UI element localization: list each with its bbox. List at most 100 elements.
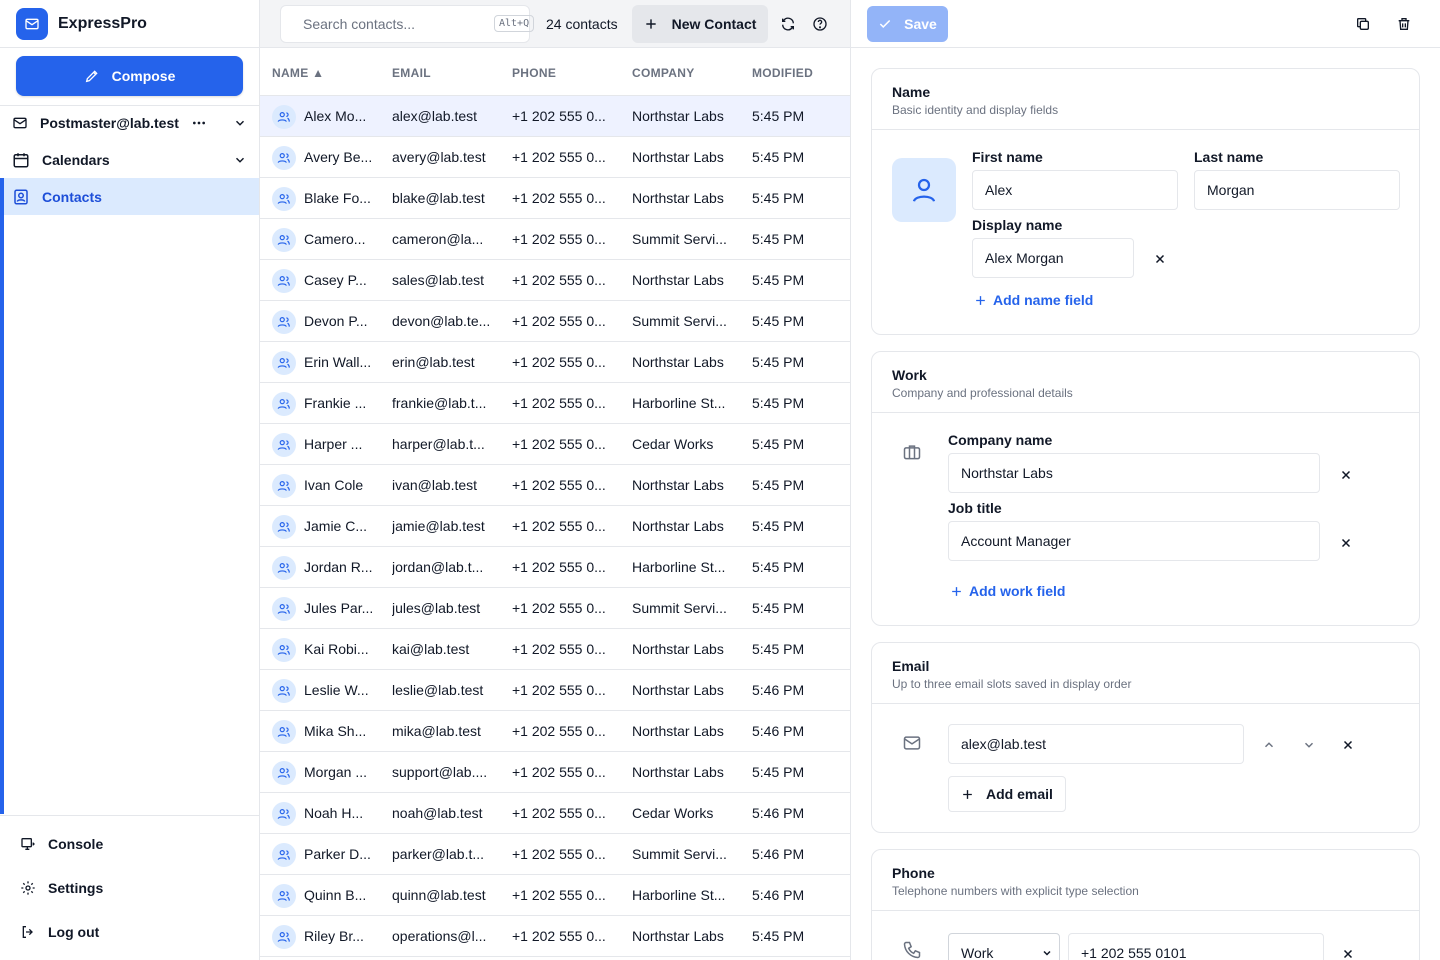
table-row[interactable]: Alex Mo... alex@lab.test +1 202 555 0... No… — [260, 96, 850, 137]
add-email-button[interactable]: Add email — [948, 776, 1066, 812]
close-icon[interactable] — [1340, 469, 1352, 481]
gear-icon — [21, 881, 35, 895]
refresh-icon[interactable] — [780, 16, 796, 32]
cell-company: Northstar Labs — [632, 108, 724, 124]
table-row[interactable]: Jules Par... jules@lab.test +1 202 555 0..… — [260, 588, 850, 629]
close-icon[interactable] — [1340, 537, 1352, 549]
table-row[interactable]: Mika Sh... mika@lab.test +1 202 555 0... No… — [260, 711, 850, 752]
table-row[interactable]: Morgan ... support@lab.... +1 202 555 0...… — [260, 752, 850, 793]
console-label: Console — [48, 836, 104, 852]
first-name-input[interactable]: Alex — [972, 170, 1178, 210]
table-row[interactable]: Riley Br... operations@l... +1 202 555 0..… — [260, 916, 850, 957]
cell-name: Jamie C... — [304, 518, 368, 534]
cell-email: kai@lab.test — [392, 641, 470, 657]
company-name-input[interactable]: Northstar Labs — [948, 453, 1320, 493]
sidebar-item-calendars[interactable]: Calendars — [0, 141, 259, 178]
cell-name: Noah H... — [304, 805, 364, 821]
table-row[interactable]: Leslie W... leslie@lab.test +1 202 555 0..… — [260, 670, 850, 711]
sidebar-item-contacts[interactable]: Contacts — [0, 178, 259, 215]
last-name-input[interactable]: Morgan — [1194, 170, 1400, 210]
cell-company: Northstar Labs — [632, 518, 724, 534]
cell-modified: 5:46 PM — [752, 887, 805, 903]
table-row[interactable]: Jordan R... jordan@lab.t... +1 202 555 0..… — [260, 547, 850, 588]
cell-company: Cedar Works — [632, 805, 714, 821]
duplicate-icon[interactable] — [1355, 16, 1371, 32]
table-row[interactable]: Frankie ... frankie@lab.t... +1 202 555 0.… — [260, 383, 850, 424]
column-header-phone[interactable]: PHONE — [512, 66, 556, 80]
table-row[interactable]: Devon P... devon@lab.te... +1 202 555 0...… — [260, 301, 850, 342]
column-header-company[interactable]: COMPANY — [632, 66, 695, 80]
contact-avatar-icon — [272, 679, 296, 703]
console-item[interactable]: Console — [20, 832, 103, 856]
cell-phone: +1 202 555 0... — [512, 682, 606, 698]
table-row[interactable]: Blake Fo... blake@lab.test +1 202 555 0...… — [260, 178, 850, 219]
cell-phone: +1 202 555 0... — [512, 108, 606, 124]
card-subtitle: Up to three email slots saved in display… — [892, 677, 1132, 691]
phone-type-value: Work — [961, 945, 994, 960]
chevron-up-icon[interactable] — [1262, 738, 1276, 752]
person-icon — [912, 178, 936, 202]
display-name-input[interactable]: Alex Morgan — [972, 238, 1134, 278]
cell-email: jamie@lab.test — [392, 518, 485, 534]
cell-phone: +1 202 555 0... — [512, 354, 606, 370]
contact-avatar-icon — [272, 761, 296, 785]
cell-email: noah@lab.test — [392, 805, 483, 821]
logout-label: Log out — [48, 924, 100, 940]
contact-avatar-icon — [272, 474, 296, 498]
pencil-icon — [85, 70, 98, 83]
table-row[interactable]: Kai Robi... kai@lab.test +1 202 555 0... No… — [260, 629, 850, 670]
chevron-down-icon[interactable] — [233, 153, 247, 167]
new-contact-button[interactable]: New Contact — [631, 4, 769, 43]
table-row[interactable]: Erin Wall... erin@lab.test +1 202 555 0...… — [260, 342, 850, 383]
add-name-field-button[interactable]: Add name field — [974, 292, 1093, 308]
job-title-input[interactable]: Account Manager — [948, 521, 1320, 561]
save-button[interactable]: Save — [867, 6, 948, 42]
column-header-name[interactable]: NAME ▲ — [272, 66, 324, 80]
plus-icon — [952, 586, 961, 596]
table-row[interactable]: Ivan Cole ivan@lab.test +1 202 555 0... Nor… — [260, 465, 850, 506]
contact-count: 24 contacts — [546, 15, 618, 32]
table-row[interactable]: Avery Be... avery@lab.test +1 202 555 0...… — [260, 137, 850, 178]
cell-name: Erin Wall... — [304, 354, 372, 370]
add-work-field-label: Add work field — [969, 583, 1066, 599]
close-icon[interactable] — [1342, 739, 1354, 751]
cell-company: Northstar Labs — [632, 477, 724, 493]
search-box[interactable]: Alt+Q — [280, 4, 535, 43]
close-icon[interactable] — [1342, 948, 1354, 960]
compose-button[interactable]: Compose — [16, 56, 243, 96]
table-row[interactable]: Jamie C... jamie@lab.test +1 202 555 0... N… — [260, 506, 850, 547]
logout-icon — [22, 926, 33, 938]
contact-avatar-icon — [272, 556, 296, 580]
phone-type-select[interactable]: Work — [948, 933, 1060, 960]
email-input[interactable]: alex@lab.test — [948, 724, 1244, 764]
cell-email: mika@lab.test — [392, 723, 481, 739]
settings-item[interactable]: Settings — [20, 876, 103, 900]
table-row[interactable]: Camero... cameron@la... +1 202 555 0... Sum… — [260, 219, 850, 260]
column-header-email[interactable]: EMAIL — [392, 66, 431, 80]
add-work-field-button[interactable]: Add work field — [950, 583, 1065, 599]
add-email-label: Add email — [986, 786, 1053, 802]
contact-avatar-icon — [272, 515, 296, 539]
table-row[interactable]: Casey P... sales@lab.test +1 202 555 0... N… — [260, 260, 850, 301]
save-label: Save — [904, 16, 937, 32]
table-row[interactable]: Parker D... parker@lab.t... +1 202 555 0..… — [260, 834, 850, 875]
table-row[interactable]: Quinn B... quinn@lab.test +1 202 555 0... H… — [260, 875, 850, 916]
column-header-modified[interactable]: MODIFIED — [752, 66, 813, 80]
table-row[interactable]: Harper ... harper@lab.t... +1 202 555 0...… — [260, 424, 850, 465]
trash-icon[interactable] — [1396, 16, 1412, 32]
mail-icon — [13, 117, 27, 128]
account-item[interactable]: Postmaster@lab.test — [0, 104, 259, 141]
logout-item[interactable]: Log out — [20, 920, 99, 944]
more-icon[interactable] — [191, 115, 207, 131]
table-row[interactable]: Noah H... noah@lab.test +1 202 555 0... Ced… — [260, 793, 850, 834]
contact-avatar-icon — [272, 146, 296, 170]
cell-email: parker@lab.t... — [392, 846, 485, 862]
chevron-down-icon[interactable] — [233, 116, 247, 130]
search-input[interactable] — [303, 15, 484, 32]
chevron-down-icon[interactable] — [1302, 738, 1316, 752]
cell-name: Kai Robi... — [304, 641, 369, 657]
help-icon[interactable] — [812, 16, 828, 32]
close-icon[interactable] — [1154, 253, 1166, 265]
last-name-label: Last name — [1194, 149, 1264, 165]
phone-input[interactable]: +1 202 555 0101 — [1068, 933, 1324, 960]
